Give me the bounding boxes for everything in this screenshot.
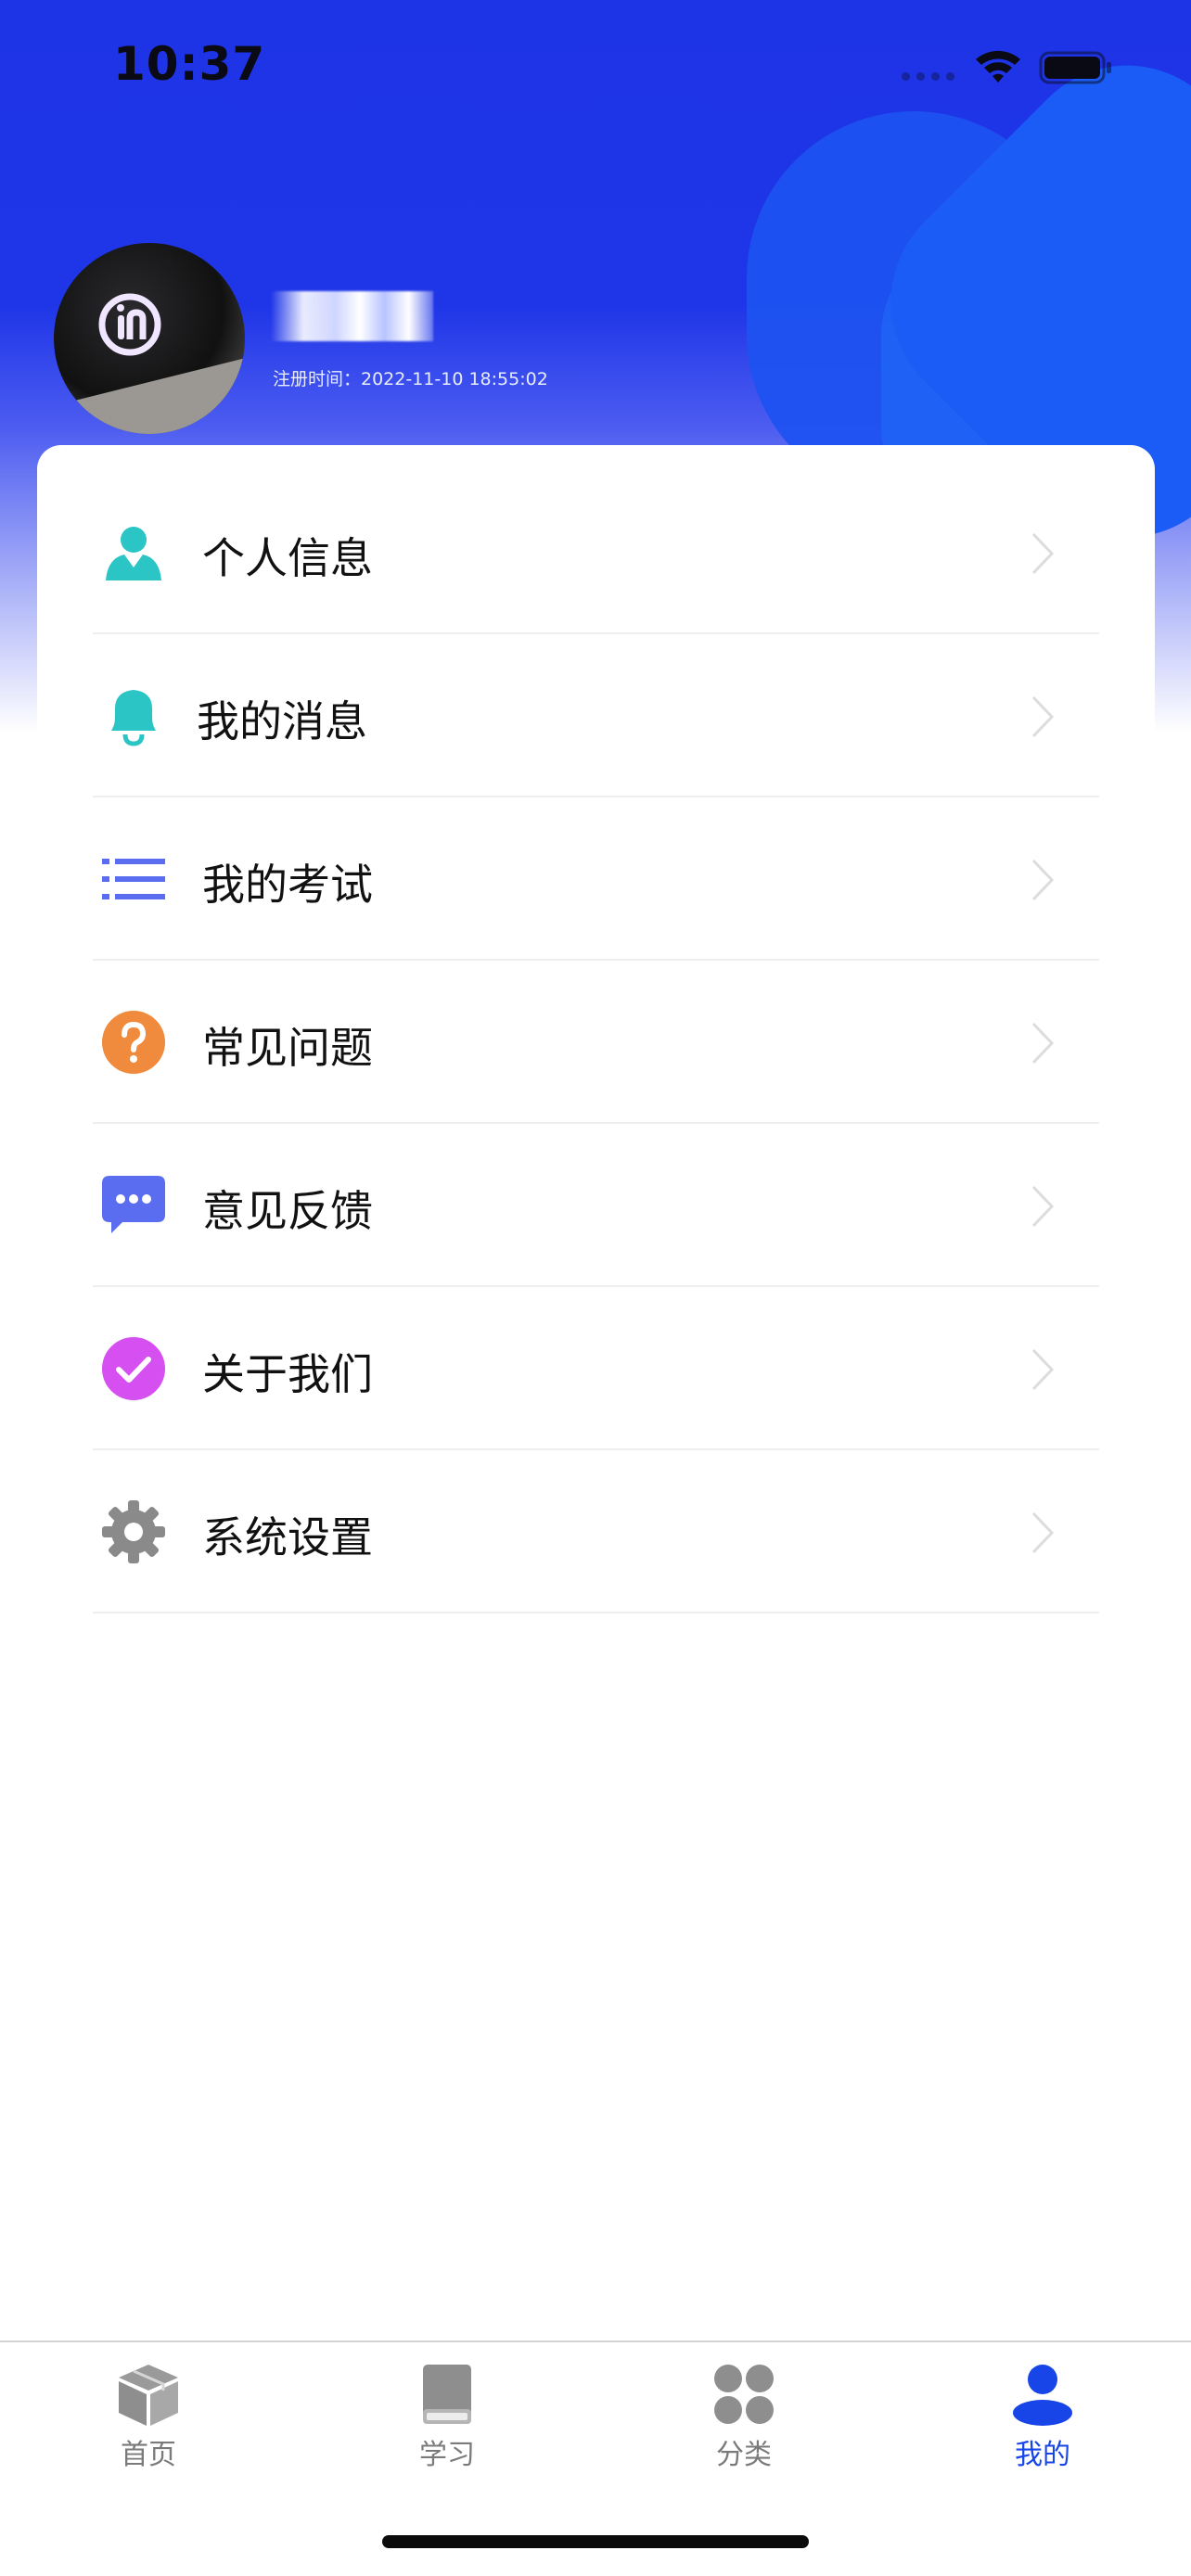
menu-item-faq[interactable]: 常见问题 <box>93 961 1099 1124</box>
tab-label: 首页 <box>121 2439 176 2471</box>
menu-item-label: 个人信息 <box>202 533 373 583</box>
register-time: 注册时间：2022-11-10 18:55:02 <box>273 369 548 389</box>
tab-label: 学习 <box>419 2439 475 2471</box>
menu-item-about-us[interactable]: 关于我们 <box>93 1287 1099 1450</box>
menu-item-label: 系统设置 <box>202 1512 373 1562</box>
tab-home[interactable]: 首页 <box>74 2361 223 2481</box>
chevron-right-icon <box>1031 695 1055 738</box>
home-indicator[interactable] <box>382 2535 809 2548</box>
menu-item-profile-info[interactable]: 个人信息 <box>93 471 1099 634</box>
gear-icon <box>102 1500 165 1563</box>
bell-icon <box>111 690 156 746</box>
username-redacted <box>271 291 433 341</box>
menu-item-label: 我的消息 <box>197 696 367 746</box>
chevron-right-icon <box>1031 1348 1055 1391</box>
grid-icon <box>714 2365 774 2424</box>
box-icon <box>119 2365 178 2426</box>
battery-icon <box>1039 51 1111 84</box>
username <box>271 287 438 343</box>
menu-item-feedback[interactable]: 意见反馈 <box>93 1124 1099 1287</box>
cellular-signal-icon <box>902 72 954 81</box>
chevron-right-icon <box>1031 859 1055 901</box>
menu-item-my-messages[interactable]: 我的消息 <box>93 634 1099 797</box>
chat-bubble-icon <box>102 1176 165 1233</box>
chevron-right-icon <box>1031 1185 1055 1228</box>
menu-item-label: 关于我们 <box>202 1349 373 1399</box>
tab-label: 分类 <box>716 2439 772 2471</box>
tab-study[interactable]: 学习 <box>373 2361 521 2481</box>
status-time: 10:37 <box>113 37 266 91</box>
tab-label: 我的 <box>1015 2439 1070 2471</box>
chevron-right-icon <box>1031 1022 1055 1065</box>
menu-item-label: 意见反馈 <box>202 1186 373 1236</box>
tab-category[interactable]: 分类 <box>670 2361 818 2481</box>
chevron-right-icon <box>1031 1511 1055 1554</box>
menu-item-label: 常见问题 <box>202 1023 373 1073</box>
menu-item-settings[interactable]: 系统设置 <box>93 1450 1099 1613</box>
chevron-right-icon <box>1031 532 1055 575</box>
person-icon <box>1013 2365 1072 2426</box>
check-circle-icon <box>102 1337 165 1400</box>
avatar-logo-icon <box>98 293 161 356</box>
menu-item-my-exams[interactable]: 我的考试 <box>93 797 1099 961</box>
menu-item-label: 我的考试 <box>202 860 373 910</box>
avatar[interactable] <box>54 243 245 434</box>
wifi-icon <box>976 50 1020 83</box>
tab-mine[interactable]: 我的 <box>968 2361 1117 2481</box>
user-icon <box>106 527 161 580</box>
book-icon <box>423 2365 471 2424</box>
question-icon <box>102 1011 165 1074</box>
list-icon <box>102 859 165 899</box>
